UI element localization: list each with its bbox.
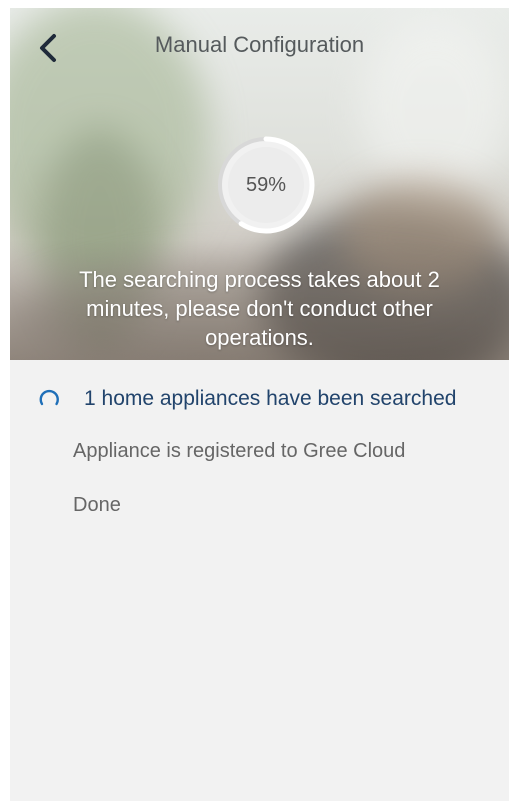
loading-spinner-icon	[39, 389, 59, 406]
progress-percent: 59%	[245, 174, 287, 196]
step-done: Done	[73, 494, 121, 516]
search-hint-text: The searching process takes about 2 minu…	[79, 267, 440, 350]
step-cloud-registration: Appliance is registered to Gree Cloud	[73, 440, 406, 462]
header-background: Manual Configuration 59% The searching p…	[10, 8, 509, 360]
search-status: 1 home appliances have been searched	[38, 385, 456, 413]
page-title: Manual Configuration	[154, 32, 365, 57]
progress-ring: 59%	[213, 132, 319, 238]
app-screen: Manual Configuration 59% The searching p…	[10, 8, 509, 801]
search-status-text: 1 home appliances have been searched	[84, 387, 457, 410]
